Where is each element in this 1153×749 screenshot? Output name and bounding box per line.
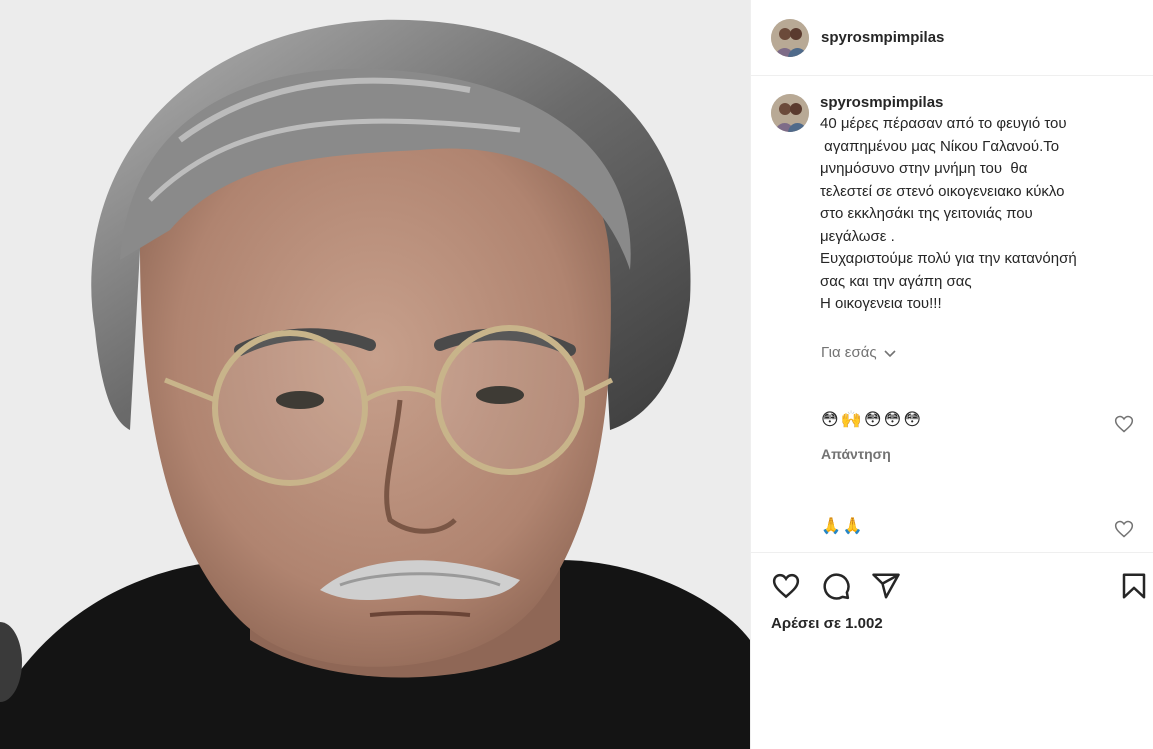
comment-like-heart-icon[interactable] bbox=[1114, 414, 1134, 434]
portrait-image bbox=[0, 0, 750, 749]
caption-line: Ευχαριστούμε πολύ για την κατανόησή bbox=[820, 250, 1077, 267]
caption-line: τελεστεί σε στενό οικογενειακο κύκλο bbox=[820, 182, 1065, 200]
post-photo bbox=[0, 0, 750, 749]
likes-count[interactable]: Αρέσει σε 1.002 bbox=[771, 615, 883, 632]
post-header: spyrosmpimpilas bbox=[751, 0, 1153, 76]
caption-line: 40 μέρες πέρασαν από το φευγιό του bbox=[820, 115, 1067, 132]
heart-outline-icon[interactable] bbox=[771, 571, 801, 601]
caption-line: μεγάλωσε . bbox=[820, 227, 895, 245]
caption-line: αγαπημένου μας Νίκου Γαλανού.Το bbox=[820, 137, 1060, 155]
comment-text: 😳🙌😳😳😳 bbox=[821, 410, 924, 429]
reply-button[interactable]: Απάντηση bbox=[821, 446, 891, 462]
caption-text: spyrosmpimpilas 40 μέρες πέρασαν από το … bbox=[820, 94, 1145, 316]
post-actions: Αρέσει σε 1.002 bbox=[751, 552, 1153, 749]
comment-text: 🙏🙏 bbox=[821, 518, 865, 535]
avatar[interactable] bbox=[771, 18, 809, 57]
caption-username[interactable]: spyrosmpimpilas bbox=[820, 94, 1145, 112]
avatar-image bbox=[771, 94, 809, 132]
caption-line: μνημόσυνο στην μνήμη του θα bbox=[820, 160, 1028, 177]
translate-label: Για εσάς bbox=[821, 344, 877, 361]
comment-like-heart-icon[interactable] bbox=[1114, 519, 1134, 539]
chevron-down-icon bbox=[884, 349, 896, 357]
post-panel: spyrosmpimpilas spyrosmpimpilas 40 μέρες… bbox=[750, 0, 1153, 749]
caption-line: σας και την αγάπη σας bbox=[820, 272, 972, 290]
see-translation-button[interactable]: Για εσάς bbox=[821, 344, 897, 361]
caption-line: στο εκκλησάκι της γειτονιάς που bbox=[820, 205, 1033, 222]
avatar-image bbox=[771, 18, 809, 57]
bookmark-icon[interactable] bbox=[1119, 571, 1149, 601]
paper-plane-icon[interactable] bbox=[871, 571, 901, 601]
caption-line: Η οικογενεια του!!! bbox=[820, 295, 942, 312]
speech-bubble-icon[interactable] bbox=[821, 571, 851, 601]
username[interactable]: spyrosmpimpilas bbox=[821, 29, 944, 46]
caption-avatar[interactable] bbox=[771, 94, 809, 132]
